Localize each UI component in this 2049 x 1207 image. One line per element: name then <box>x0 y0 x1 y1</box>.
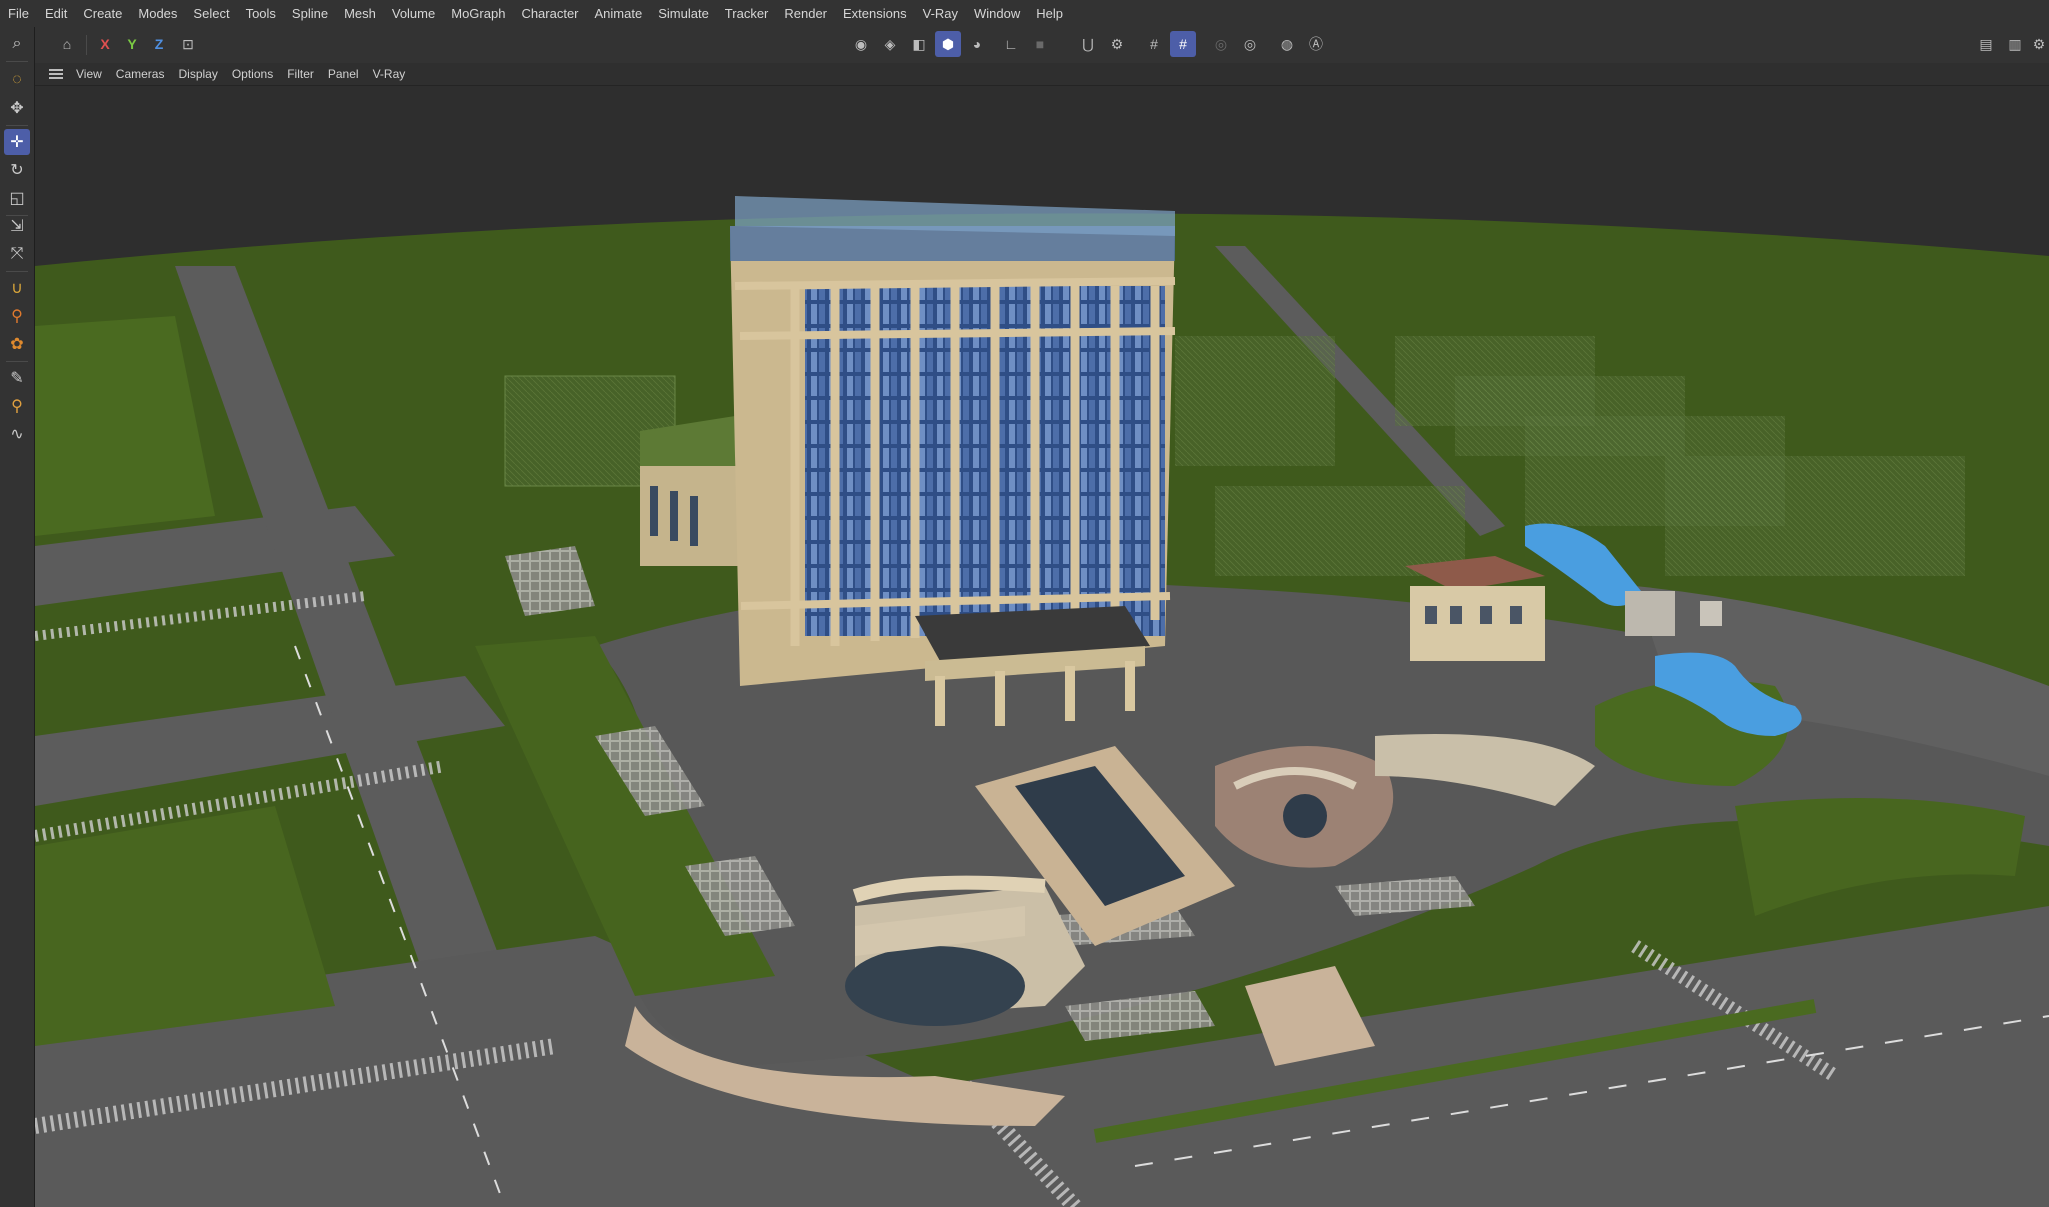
menu-file[interactable]: File <box>0 0 37 27</box>
main-toolbar: ⌂ X Y Z ⊡ ◉ ◈ ◧ ⬢ ◕ ∟ ■ ⋃ ⚙ # # ◎ ◎ ◍ Ⓐ … <box>0 27 2049 63</box>
menu-tools[interactable]: Tools <box>238 0 284 27</box>
live-selection-icon[interactable]: ◌ <box>4 67 30 93</box>
points-mode-icon[interactable]: ◉ <box>848 31 874 57</box>
spline-pen-icon[interactable]: ∿ <box>4 421 30 447</box>
menu-simulate[interactable]: Simulate <box>650 0 717 27</box>
pan-icon[interactable]: ✋ <box>2025 86 2049 90</box>
transform-icon[interactable]: ⇲ <box>4 213 30 239</box>
left-tool-palette: ⌕ ◌ ✥ ✛ ↻ ◱ ⇲ ⤧ ∪ ⚲ ✿ ✎ ⚲ ∿ <box>0 27 35 1207</box>
viewport-menu-filter[interactable]: Filter <box>280 63 321 85</box>
axis-z-lock-button[interactable]: Z <box>146 31 172 57</box>
hamburger-icon[interactable] <box>49 69 63 79</box>
object-tool-icon[interactable]: ✥ <box>4 95 30 121</box>
render-region-icon[interactable]: ◎ <box>1208 31 1234 57</box>
render-settings-icon[interactable]: ▥ <box>2002 31 2028 57</box>
viewport-menu-display[interactable]: Display <box>171 63 224 85</box>
texture-mode-icon[interactable]: ◕ <box>964 31 990 57</box>
menu-mograph[interactable]: MoGraph <box>443 0 513 27</box>
quantize-icon[interactable]: ⚙ <box>1104 31 1130 57</box>
interactive-render-icon[interactable]: ◍ <box>1274 31 1300 57</box>
move-icon[interactable]: ✛ <box>4 129 30 155</box>
workplane-lock-icon[interactable]: ■ <box>1027 31 1053 57</box>
scene-render <box>35 196 2049 1207</box>
menu-spline[interactable]: Spline <box>284 0 336 27</box>
menu-help[interactable]: Help <box>1028 0 1071 27</box>
undo-icon[interactable]: ⌂ <box>54 31 80 57</box>
clapper-icon[interactable]: ▤ <box>1973 31 1999 57</box>
menu-animate[interactable]: Animate <box>587 0 651 27</box>
settings-icon[interactable]: ⚙ <box>2030 31 2048 57</box>
3d-viewport[interactable]: ✋ <box>35 86 2049 1207</box>
workplane-icon[interactable]: ∟ <box>998 31 1024 57</box>
viewport-menu-panel[interactable]: Panel <box>321 63 366 85</box>
axis-x-lock-button[interactable]: X <box>92 31 118 57</box>
viewport-menu-v-ray[interactable]: V-Ray <box>366 63 413 85</box>
menu-tracker[interactable]: Tracker <box>717 0 777 27</box>
rotate-icon[interactable]: ↻ <box>4 157 30 183</box>
coordinate-system-icon[interactable]: ⊡ <box>175 31 201 57</box>
viewport-menu-view[interactable]: View <box>69 63 109 85</box>
menu-create[interactable]: Create <box>75 0 130 27</box>
model-mode-icon[interactable]: ⬢ <box>935 31 961 57</box>
scale-icon[interactable]: ◱ <box>4 185 30 211</box>
snap-icon[interactable]: ⋃ <box>1075 31 1101 57</box>
paint-icon[interactable]: ✿ <box>4 331 30 357</box>
snap-tool-icon[interactable]: ⤧ <box>4 241 30 267</box>
menu-v-ray[interactable]: V-Ray <box>915 0 966 27</box>
viewport-menu-cameras[interactable]: Cameras <box>109 63 172 85</box>
edges-mode-icon[interactable]: ◈ <box>877 31 903 57</box>
menu-modes[interactable]: Modes <box>130 0 185 27</box>
menu-render[interactable]: Render <box>776 0 835 27</box>
knife-icon[interactable]: ⚲ <box>4 393 30 419</box>
axis-y-lock-button[interactable]: Y <box>119 31 145 57</box>
menu-character[interactable]: Character <box>513 0 586 27</box>
render-icon[interactable]: ◎ <box>1237 31 1263 57</box>
polygons-mode-icon[interactable]: ◧ <box>906 31 932 57</box>
viewport-menu-options[interactable]: Options <box>225 63 280 85</box>
search-icon[interactable]: ⌕ <box>4 31 30 57</box>
magnet-icon[interactable]: ∪ <box>4 275 30 301</box>
menu-edit[interactable]: Edit <box>37 0 75 27</box>
menu-bar: File Edit Create Modes Select Tools Spline Mesh… <box>0 0 2049 27</box>
sculpt-icon[interactable]: ⚲ <box>4 303 30 329</box>
menu-extensions[interactable]: Extensions <box>835 0 915 27</box>
grid-icon[interactable]: # <box>1141 31 1167 57</box>
brush-icon[interactable]: ✎ <box>4 365 30 391</box>
menu-mesh[interactable]: Mesh <box>336 0 384 27</box>
viewport-menu-bar: View Cameras Display Options Filter Panel V-Ra… <box>35 63 2049 86</box>
menu-select[interactable]: Select <box>185 0 237 27</box>
grid-snap-icon[interactable]: # <box>1170 31 1196 57</box>
menu-window[interactable]: Window <box>966 0 1028 27</box>
menu-volume[interactable]: Volume <box>384 0 443 27</box>
vray-icon[interactable]: Ⓐ <box>1303 31 1329 57</box>
